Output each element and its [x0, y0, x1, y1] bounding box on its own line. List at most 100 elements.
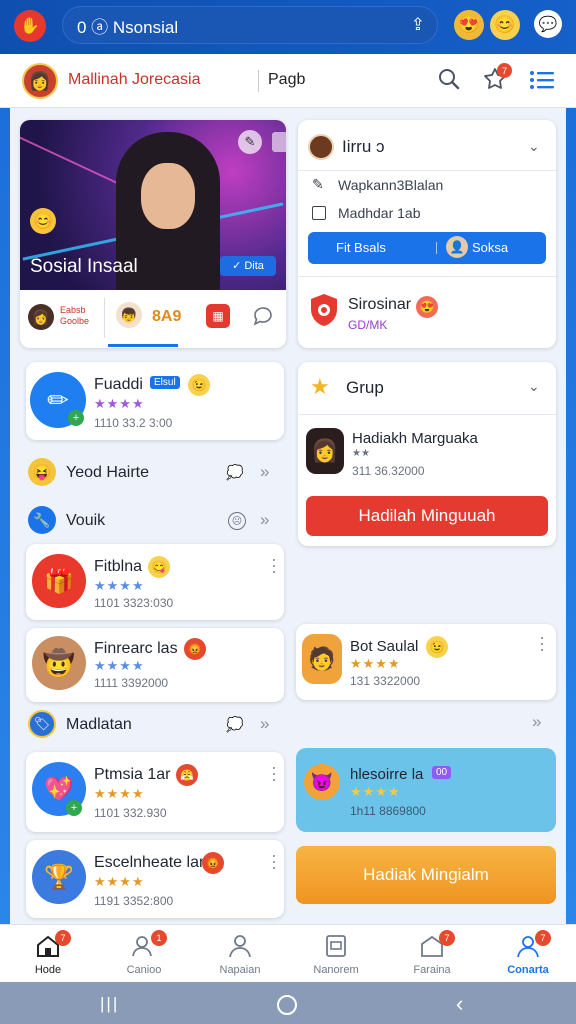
search-icon[interactable] — [438, 68, 460, 90]
calendar-icon[interactable]: ▦ — [206, 304, 230, 328]
chevron-right-icon[interactable]: » — [260, 510, 269, 530]
hero-button[interactable]: ✓ Dita — [220, 256, 276, 276]
nav-item-canioo[interactable]: 1 Canioo — [96, 928, 192, 982]
smile-emoji-icon[interactable]: 😊 — [490, 10, 520, 40]
tab-avatar-icon[interactable]: 👩 — [28, 304, 54, 330]
chevron-right-icon[interactable]: » — [260, 714, 269, 734]
edit-icon[interactable]: ✎ — [312, 176, 324, 193]
row-label: Vouik — [66, 512, 106, 529]
tools-icon[interactable]: ✎ — [238, 130, 262, 154]
back-icon[interactable]: ‹ — [456, 991, 463, 1017]
rating-stars: ★★★★ — [94, 786, 145, 801]
page-label[interactable]: Pagb — [268, 71, 305, 89]
hero-card: ✎ 😊 Sosial Insaal ✓ Dita 👩 Eabsb Goolbe … — [20, 120, 286, 348]
action-right-button[interactable]: Soksa — [472, 240, 508, 255]
home-button-icon[interactable] — [277, 995, 297, 1015]
notification-badge: 7 — [497, 63, 512, 78]
person-icon — [227, 934, 253, 958]
item-meta: 1101 3323:030 — [94, 596, 174, 610]
item-meta: 1110 33.2 3:00 — [94, 416, 173, 430]
system-nav-bar: ||| ‹ — [0, 982, 576, 1024]
messenger-icon[interactable]: 💬 — [534, 10, 562, 38]
face-emoji-icon[interactable]: 😍 — [454, 10, 484, 40]
chevron-right-icon[interactable]: » — [532, 712, 541, 732]
person-avatar[interactable]: 👩 — [306, 428, 344, 474]
hero-title: Sosial Insaal — [30, 256, 138, 277]
comment-icon[interactable]: 💭 — [226, 464, 243, 481]
badge-emoji-icon: 😡 — [184, 638, 206, 660]
chevron-down-icon[interactable]: ⌄ — [528, 138, 540, 155]
nav-item-faraina[interactable]: 7 Faraina — [384, 928, 480, 982]
item-meta: 1101 332.930 — [94, 806, 167, 820]
menu-icon[interactable] — [530, 70, 554, 90]
list-row[interactable]: 🏷 Madlatan 💭 » — [26, 708, 284, 742]
sad-face-icon[interactable]: ☹ — [228, 512, 246, 530]
smile-emoji-icon: 😉 — [188, 374, 210, 396]
badge-emoji-icon: 😤 — [176, 764, 198, 786]
item-title: Finrearc las — [94, 640, 178, 657]
tab-label[interactable]: Eabsb Goolbe — [60, 305, 100, 327]
chat-bubble-icon[interactable] — [252, 305, 274, 327]
option-label[interactable]: Wapkann3Blalan — [338, 177, 443, 193]
row-label: Yeod Hairte — [66, 464, 150, 481]
nav-badge: 1 — [151, 930, 167, 946]
row-label: Madlatan — [66, 716, 132, 733]
list-item[interactable]: 💖 + Ptmsia 1ar 😤 ★★★★ 1101 332.930 · · · — [26, 752, 284, 832]
list-row[interactable]: 😝 Yeod Hairte 💭 » — [26, 456, 284, 490]
highlight-card[interactable]: 😈 hlesoirre la 00 ★★★★ 1h11 8869800 — [296, 748, 556, 832]
nav-item-nanorem[interactable]: Nanorem — [288, 928, 384, 982]
user-avatar-icon: 👤 — [446, 236, 468, 258]
profile-avatar[interactable] — [308, 134, 334, 160]
orange-cta-button[interactable]: Hadiak Mingialm — [296, 846, 556, 904]
hero-image[interactable]: ✎ 😊 Sosial Insaal ✓ Dita — [20, 120, 286, 290]
group-cta-button[interactable]: Hadilah Minguuah — [306, 496, 548, 536]
notification-icon[interactable]: 7 — [482, 63, 512, 92]
list-item[interactable]: 🧑 Bot Saulal 😉 ★★★★ 131 3322000 · · · — [296, 624, 556, 700]
more-options-icon[interactable]: · · · — [538, 628, 546, 658]
home-icon: 7 — [35, 930, 71, 958]
upload-icon[interactable]: ⇪ — [411, 15, 425, 35]
light-streak — [20, 134, 125, 188]
app-logo-icon[interactable]: ✋ — [14, 10, 46, 42]
item-title: Fuaddi — [94, 376, 143, 393]
grid-icon[interactable] — [272, 132, 286, 152]
action-left-button[interactable]: Fit Bsals — [336, 240, 386, 255]
list-item[interactable]: 🏆 Escelnheate lan 😡 ★★★★ 1191 3352:800 ·… — [26, 840, 284, 918]
nav-item-home[interactable]: 7 Hode — [0, 928, 96, 982]
tab-avatar-icon[interactable]: 👦 — [116, 302, 142, 328]
recent-apps-icon[interactable]: ||| — [100, 994, 119, 1014]
nav-label: Nanorem — [313, 964, 359, 976]
tab-label[interactable]: 8A9 — [152, 308, 181, 326]
nav-item-napaian[interactable]: Napaian — [192, 928, 288, 982]
avatar[interactable]: 👩 — [22, 63, 58, 99]
chevron-down-icon[interactable]: ⌄ — [528, 378, 540, 395]
item-title: Escelnheate lan — [94, 854, 208, 871]
smile-emoji-icon: 😉 — [426, 636, 448, 658]
chevron-right-icon[interactable]: » — [260, 462, 269, 482]
comment-icon[interactable]: 💭 — [226, 716, 243, 733]
plus-badge-icon: + — [66, 800, 82, 816]
more-options-icon[interactable]: · · · — [270, 550, 278, 580]
group-card: ★ Grup ⌄ 👩 Hadiakh Marguaka ★★ 311 36.32… — [298, 362, 556, 546]
group-title: Grup — [346, 378, 384, 397]
emoji-sticker-icon: 😊 — [30, 208, 56, 234]
option-label[interactable]: Madhdar 1ab — [338, 205, 421, 221]
app-header: 👩 Mallinah Jorecasia Pagb 7 — [0, 54, 576, 108]
document-icon — [323, 934, 349, 958]
nav-label: Canioo — [126, 964, 162, 976]
checkbox-icon[interactable] — [312, 206, 326, 220]
item-badge: 00 — [432, 766, 452, 779]
more-options-icon[interactable]: · · · — [270, 846, 278, 876]
list-item[interactable]: ✏ + Fuaddi Elsul 😉 ★★★★ 1110 33.2 3:00 — [26, 362, 284, 440]
nav-item-conarta[interactable]: 7 Conarta — [480, 928, 576, 982]
list-item[interactable]: 🤠 Finrearc las 😡 ★★★★ 1111 3392000 — [26, 628, 284, 702]
url-text: 0 ⓐ Nsonsial — [77, 17, 179, 37]
url-bar[interactable]: 0 ⓐ Nsonsial ⇪ — [62, 6, 438, 44]
plus-badge-icon: + — [68, 410, 84, 426]
more-options-icon[interactable]: · · · — [270, 758, 278, 788]
list-row[interactable]: 🔧 Vouik ☹ » — [26, 504, 284, 538]
tag-icon: 🏷 — [28, 710, 56, 738]
right-edge-accent — [566, 108, 576, 928]
nav-badge: 7 — [535, 930, 551, 946]
list-item[interactable]: 🎁 Fitblna 😋 ★★★★ 1101 3323:030 · · · — [26, 544, 284, 620]
